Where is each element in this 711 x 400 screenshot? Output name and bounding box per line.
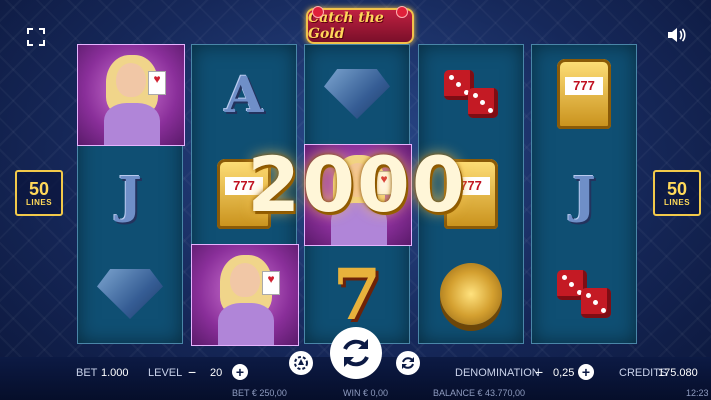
slot-machine-icon: 777 (557, 59, 611, 129)
footer-win: WIN € 0,00 (343, 388, 389, 398)
lines-label: LINES (663, 197, 691, 207)
footer-balance: BALANCE € 43.770,00 (433, 388, 526, 398)
level-decrease-button[interactable]: − (188, 364, 196, 380)
jack-symbol: J (77, 144, 183, 244)
diamond-symbol (77, 244, 183, 344)
chip-icon (294, 356, 308, 370)
quick-spin-button[interactable] (396, 351, 420, 375)
lady-body (104, 103, 160, 145)
diamond-symbol (304, 44, 410, 144)
level-label: LEVEL (148, 367, 183, 379)
lines-count: 50 (28, 178, 50, 199)
level-increase-button[interactable]: + (232, 364, 248, 380)
reel-1: ♥ J (77, 44, 185, 344)
lady-face (116, 63, 146, 97)
jack-symbol: J (531, 144, 637, 244)
denomination-label: DENOMINATION (455, 367, 540, 379)
card-icon: ♥ (262, 271, 280, 295)
fullscreen-icon (27, 28, 45, 46)
lady-face (230, 263, 260, 297)
symbol-letter: J (572, 164, 596, 224)
card-icon: ♥ (148, 71, 166, 95)
win-amount: 2000 (247, 140, 467, 229)
lines-count: 50 (666, 178, 688, 199)
ruby-decoration (312, 6, 324, 18)
diamond-icon (97, 269, 163, 319)
gold-chips-icon (440, 263, 502, 325)
credits-value: 175.080 (658, 367, 698, 379)
control-bar: BET 1.000 LEVEL − 20 + DENOMINATION − 0,… (0, 327, 711, 400)
lady-symbol: ♥ (77, 44, 185, 146)
denomination-value: 0,25 (553, 367, 575, 379)
sound-button[interactable] (663, 22, 689, 48)
bet-label: BET (76, 367, 98, 379)
speaker-icon (668, 28, 686, 42)
dice-symbol (418, 44, 524, 144)
ruby-decoration (396, 6, 408, 18)
gold-chips-symbol (418, 244, 524, 344)
denomination-decrease-button[interactable]: − (535, 364, 543, 380)
spin-arrows-icon (343, 339, 369, 367)
fullscreen-button[interactable] (23, 24, 49, 50)
spin-button[interactable] (330, 327, 382, 379)
lines-badge-right: 50 LINES (653, 170, 701, 216)
denomination-increase-button[interactable]: + (578, 364, 594, 380)
symbol-letter: A (224, 64, 264, 124)
refresh-icon (402, 357, 414, 369)
seven-icon: 7 (332, 252, 382, 336)
game-logo: Catch the Gold (306, 6, 414, 44)
reel-5: 777 J (531, 44, 637, 344)
lady-symbol: ♥ (191, 244, 299, 346)
clock: 12:23 (686, 388, 709, 398)
footer-bet: BET € 250,00 (232, 388, 287, 398)
slot-machine-symbol: 777 (531, 44, 637, 144)
lines-badge-left: 50 LINES (15, 170, 63, 216)
diamond-icon (324, 69, 390, 119)
dice-symbol (531, 244, 637, 344)
lines-label: LINES (25, 197, 53, 207)
autoplay-button[interactable] (289, 351, 313, 375)
level-value: 20 (210, 367, 223, 379)
symbol-letter: J (118, 164, 142, 224)
dice-icon (436, 64, 506, 124)
bet-value[interactable]: 1.000 (101, 367, 129, 379)
dice-icon (549, 264, 619, 324)
ace-symbol: A (191, 44, 297, 144)
lady-body (218, 303, 274, 345)
